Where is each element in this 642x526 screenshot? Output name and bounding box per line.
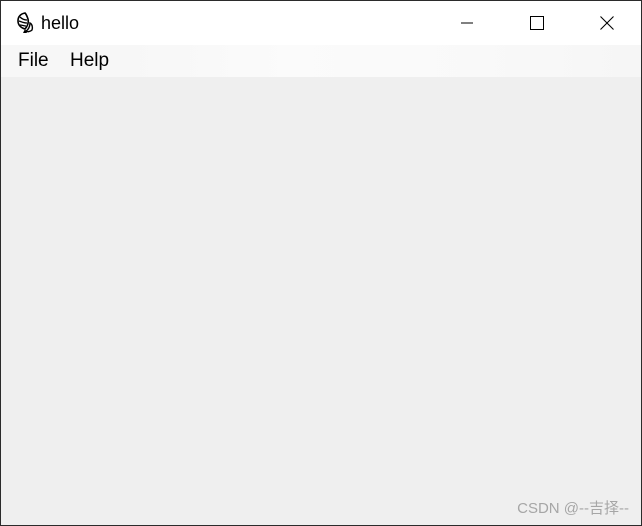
menu-bar: File Help (1, 45, 641, 77)
minimize-icon (461, 22, 473, 24)
close-button[interactable] (572, 1, 641, 45)
app-feather-icon[interactable] (13, 11, 37, 35)
watermark-text: CSDN @--吉择-- (517, 500, 629, 517)
maximize-button[interactable] (502, 1, 572, 45)
close-icon (600, 16, 614, 30)
client-area: CSDN @--吉择-- (1, 77, 641, 525)
menu-file[interactable]: File (16, 50, 51, 72)
minimize-button[interactable] (432, 1, 502, 45)
title-bar[interactable]: hello (1, 1, 641, 45)
app-window: hello File Help CSDN @--吉择-- (0, 0, 642, 526)
window-title: hello (41, 13, 80, 33)
menu-help[interactable]: Help (68, 50, 111, 72)
maximize-icon (530, 16, 544, 30)
